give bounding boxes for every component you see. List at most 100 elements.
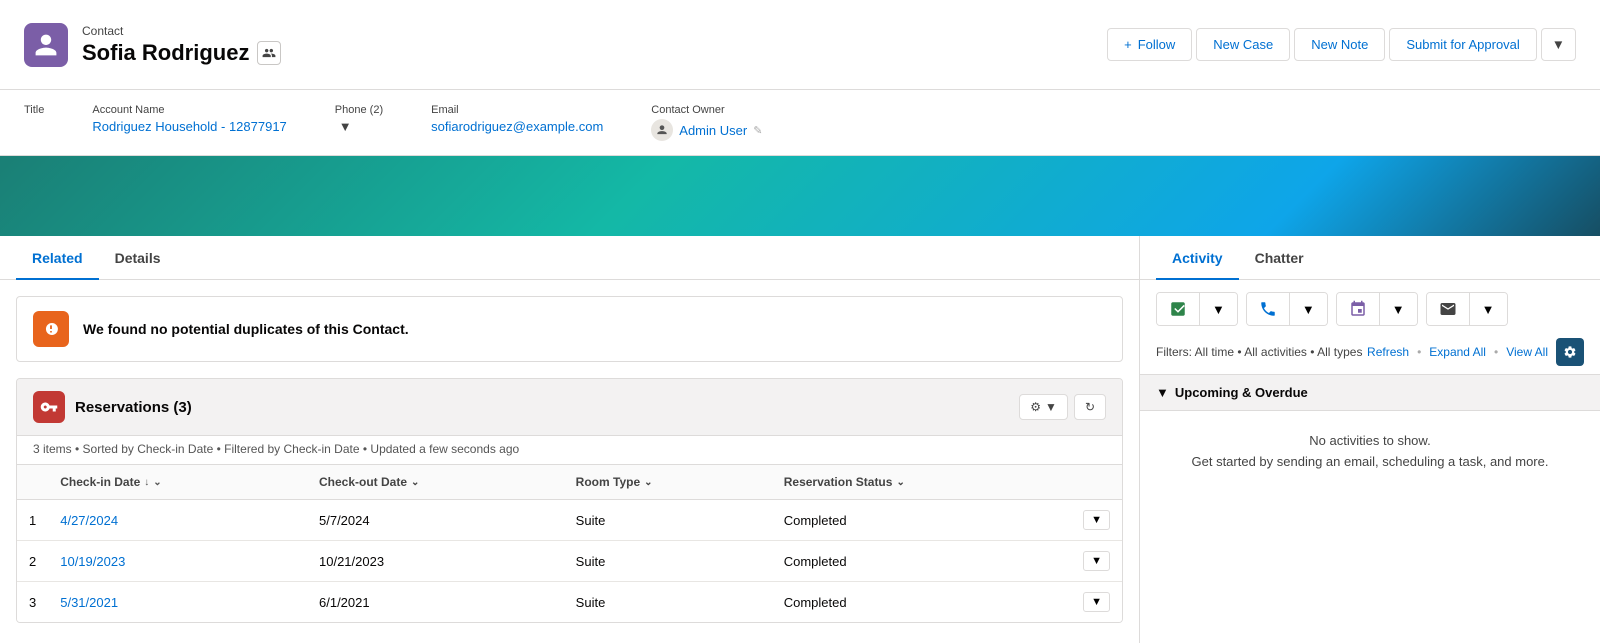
email-link[interactable]: sofiarodriguez@example.com — [431, 119, 603, 134]
reservations-table: Check-in Date ↓ ⌄ Check-out Date ⌄ — [17, 465, 1122, 622]
record-type-label: Contact — [82, 24, 281, 38]
reservations-subtitle: 3 items • Sorted by Check-in Date • Filt… — [17, 436, 1122, 465]
owner-edit-icon[interactable]: ✎ — [753, 124, 762, 137]
upcoming-body: No activities to show. Get started by se… — [1140, 411, 1600, 493]
change-record-type-icon[interactable] — [257, 41, 281, 65]
account-link[interactable]: Rodriguez Household - 12877917 — [92, 119, 286, 134]
left-tabs: Related Details — [0, 236, 1139, 280]
row-action-button[interactable]: ▼ — [1083, 551, 1110, 571]
new-case-button[interactable]: New Case — [1196, 28, 1290, 61]
more-actions-button[interactable]: ▼ — [1541, 28, 1576, 61]
sort-chevron-icon[interactable]: ⌄ — [153, 477, 161, 488]
reservations-actions: ⚙ ▼ ↻ — [1019, 394, 1106, 420]
sort-down-icon[interactable]: ↓ — [144, 477, 149, 488]
send-email-button[interactable] — [1427, 293, 1470, 325]
chevron-down-icon: ▼ — [1045, 400, 1057, 414]
activity-toolbar: ▼ ▼ ▼ — [1140, 280, 1600, 338]
tab-activity[interactable]: Activity — [1156, 236, 1239, 280]
plus-icon: + — [1124, 37, 1132, 52]
col-checkout: Check-out Date ⌄ — [307, 465, 564, 500]
reservations-icon — [33, 391, 65, 423]
phone-field: Phone (2) ▼ — [335, 104, 383, 134]
expand-all-link[interactable]: Expand All — [1429, 345, 1486, 359]
reservation-status: Completed — [772, 500, 1071, 541]
email-dropdown-button[interactable]: ▼ — [1470, 293, 1507, 325]
reservations-section: Reservations (3) ⚙ ▼ ↻ 3 items • Sorted … — [16, 378, 1123, 623]
activity-settings-button[interactable] — [1556, 338, 1584, 366]
header-name-row: Sofia Rodriguez — [82, 40, 281, 66]
col-num — [17, 465, 48, 500]
follow-button[interactable]: + Follow — [1107, 28, 1192, 61]
new-note-button[interactable]: New Note — [1294, 28, 1385, 61]
submit-approval-button[interactable]: Submit for Approval — [1389, 28, 1536, 61]
table-row: 2 10/19/2023 10/21/2023 Suite Completed … — [17, 541, 1122, 582]
owner-link[interactable]: Admin User — [679, 123, 747, 138]
checkout-sort-icon[interactable]: ⌄ — [411, 477, 419, 488]
event-dropdown-button[interactable]: ▼ — [1380, 293, 1417, 325]
reservations-title-row: Reservations (3) — [33, 391, 192, 423]
header-left: Contact Sofia Rodriguez — [24, 23, 281, 67]
room-type: Suite — [564, 541, 772, 582]
phone-label: Phone (2) — [335, 104, 383, 116]
owner-label: Contact Owner — [651, 104, 762, 116]
duplicate-icon — [33, 311, 69, 347]
account-label: Account Name — [92, 104, 286, 116]
header-actions: + Follow New Case New Note Submit for Ap… — [1107, 28, 1576, 61]
activity-tabs: Activity Chatter — [1140, 236, 1600, 280]
tab-related[interactable]: Related — [16, 236, 99, 280]
checkout-date: 10/21/2023 — [307, 541, 564, 582]
checkout-date: 6/1/2021 — [307, 582, 564, 623]
email-label: Email — [431, 104, 603, 116]
checkout-date: 5/7/2024 — [307, 500, 564, 541]
duplicate-banner: We found no potential duplicates of this… — [16, 296, 1123, 362]
call-dropdown-button[interactable]: ▼ — [1290, 293, 1327, 325]
filters-text: Filters: All time • All activities • All… — [1156, 345, 1362, 359]
new-task-button[interactable] — [1157, 293, 1200, 325]
reservations-refresh-button[interactable]: ↻ — [1074, 394, 1106, 420]
task-dropdown-button[interactable]: ▼ — [1200, 293, 1237, 325]
hero-background — [0, 156, 1600, 236]
col-status: Reservation Status ⌄ — [772, 465, 1071, 500]
room-type: Suite — [564, 500, 772, 541]
log-call-button[interactable] — [1247, 293, 1290, 325]
new-event-button[interactable] — [1337, 293, 1380, 325]
upcoming-label: Upcoming & Overdue — [1175, 385, 1308, 400]
no-activities-line2: Get started by sending an email, schedul… — [1156, 452, 1584, 473]
room-type: Suite — [564, 582, 772, 623]
right-panel: Activity Chatter ▼ ▼ — [1140, 236, 1600, 643]
row-action-cell: ▼ — [1071, 500, 1122, 541]
status-sort-icon[interactable]: ⌄ — [896, 477, 904, 488]
roomtype-sort-icon[interactable]: ⌄ — [644, 477, 652, 488]
refresh-link[interactable]: Refresh — [1367, 345, 1409, 359]
contact-record-icon — [24, 23, 68, 67]
row-action-button[interactable]: ▼ — [1083, 510, 1110, 530]
tab-chatter[interactable]: Chatter — [1239, 236, 1320, 280]
title-field: Title — [24, 104, 44, 134]
no-activities-line1: No activities to show. — [1156, 431, 1584, 452]
upcoming-section-header[interactable]: ▼ Upcoming & Overdue — [1140, 374, 1600, 411]
phone-dropdown-icon[interactable]: ▼ — [339, 119, 352, 134]
checkin-date: 5/31/2021 — [48, 582, 307, 623]
tab-details[interactable]: Details — [99, 236, 177, 280]
fields-bar: Title Account Name Rodriguez Household -… — [0, 90, 1600, 156]
reservations-settings-button[interactable]: ⚙ ▼ — [1019, 394, 1068, 420]
page-header: Contact Sofia Rodriguez + Follow New Cas… — [0, 0, 1600, 90]
task-button-group: ▼ — [1156, 292, 1238, 326]
filters-row: Filters: All time • All activities • All… — [1140, 338, 1600, 374]
duplicate-message: We found no potential duplicates of this… — [83, 321, 409, 337]
email-button-group: ▼ — [1426, 292, 1508, 326]
reservations-title: Reservations (3) — [75, 399, 192, 416]
row-number: 3 — [17, 582, 48, 623]
row-action-button[interactable]: ▼ — [1083, 592, 1110, 612]
refresh-icon: ↻ — [1085, 400, 1095, 414]
col-actions — [1071, 465, 1122, 500]
col-checkin: Check-in Date ↓ ⌄ — [48, 465, 307, 500]
table-row: 1 4/27/2024 5/7/2024 Suite Completed ▼ — [17, 500, 1122, 541]
account-name-field: Account Name Rodriguez Household - 12877… — [92, 104, 286, 134]
main-content: Related Details We found no potential du… — [0, 236, 1600, 643]
table-header-row: Check-in Date ↓ ⌄ Check-out Date ⌄ — [17, 465, 1122, 500]
view-all-link[interactable]: View All — [1506, 345, 1548, 359]
title-value — [24, 119, 44, 134]
reservation-status: Completed — [772, 582, 1071, 623]
table-row: 3 5/31/2021 6/1/2021 Suite Completed ▼ — [17, 582, 1122, 623]
